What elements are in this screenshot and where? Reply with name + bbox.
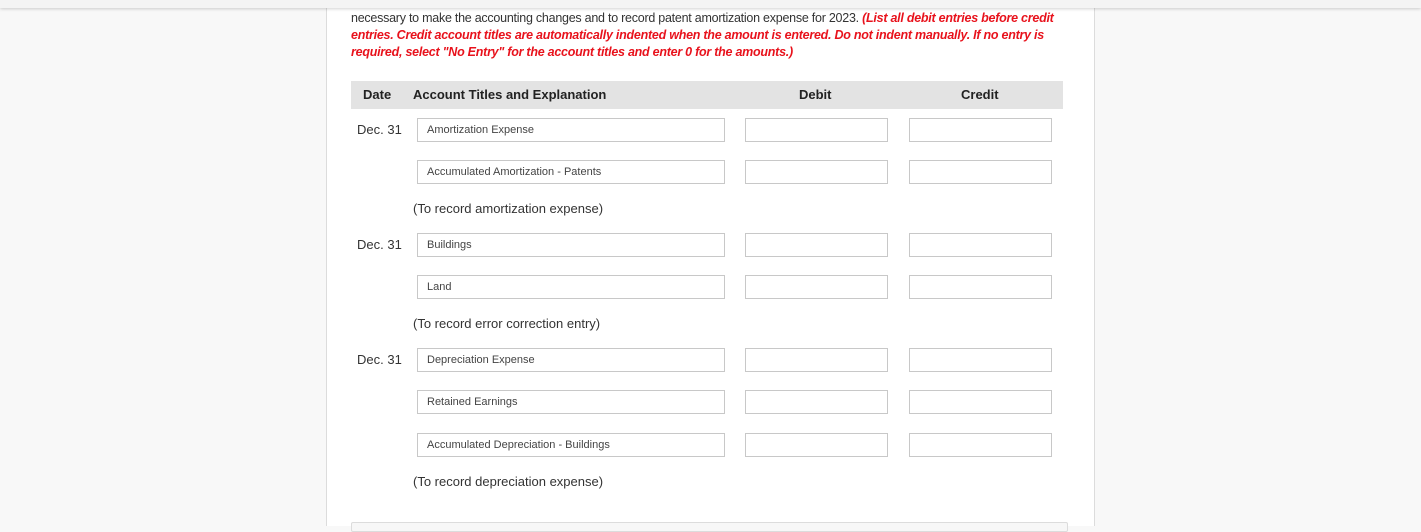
account-title-input[interactable]: [417, 433, 725, 457]
credit-input[interactable]: [909, 275, 1052, 299]
journal-table-header: Date Account Titles and Explanation Debi…: [351, 81, 1063, 109]
journal-row: Dec. 31: [351, 118, 1063, 144]
debit-input[interactable]: [745, 390, 888, 414]
debit-input[interactable]: [745, 233, 888, 257]
credit-input[interactable]: [909, 160, 1052, 184]
account-title-input[interactable]: [417, 118, 725, 142]
entry-date: Dec. 31: [357, 122, 402, 137]
instructions-text: necessary to make the accounting changes…: [351, 11, 863, 25]
journal-row: [351, 390, 1063, 416]
credit-input[interactable]: [909, 390, 1052, 414]
debit-input[interactable]: [745, 118, 888, 142]
debit-input[interactable]: [745, 275, 888, 299]
credit-input[interactable]: [909, 233, 1052, 257]
header-date: Date: [363, 87, 392, 102]
entry-date: Dec. 31: [357, 352, 402, 367]
journal-row: Dec. 31: [351, 233, 1063, 259]
debit-input[interactable]: [745, 160, 888, 184]
account-title-input[interactable]: [417, 233, 725, 257]
top-bar-shadow: [0, 0, 1421, 8]
entry-date: Dec. 31: [357, 237, 402, 252]
header-credit: Credit: [961, 87, 999, 102]
account-title-input[interactable]: [417, 160, 725, 184]
journal-row: [351, 433, 1063, 459]
credit-input[interactable]: [909, 118, 1052, 142]
entry-explanation: (To record amortization expense): [413, 201, 604, 216]
header-debit: Debit: [799, 87, 832, 102]
instructions: necessary to make the accounting changes…: [351, 10, 1071, 61]
debit-input[interactable]: [745, 433, 888, 457]
account-title-input[interactable]: [417, 390, 725, 414]
journal-row: [351, 275, 1063, 301]
credit-input[interactable]: [909, 348, 1052, 372]
account-title-input[interactable]: [417, 348, 725, 372]
account-title-input[interactable]: [417, 275, 725, 299]
next-section-box: [351, 522, 1068, 532]
header-account-titles: Account Titles and Explanation: [413, 87, 607, 102]
journal-row: [351, 160, 1063, 186]
credit-input[interactable]: [909, 433, 1052, 457]
journal-row: Dec. 31: [351, 348, 1063, 374]
debit-input[interactable]: [745, 348, 888, 372]
entry-explanation: (To record error correction entry): [413, 316, 601, 331]
entry-explanation: (To record depreciation expense): [413, 474, 604, 489]
